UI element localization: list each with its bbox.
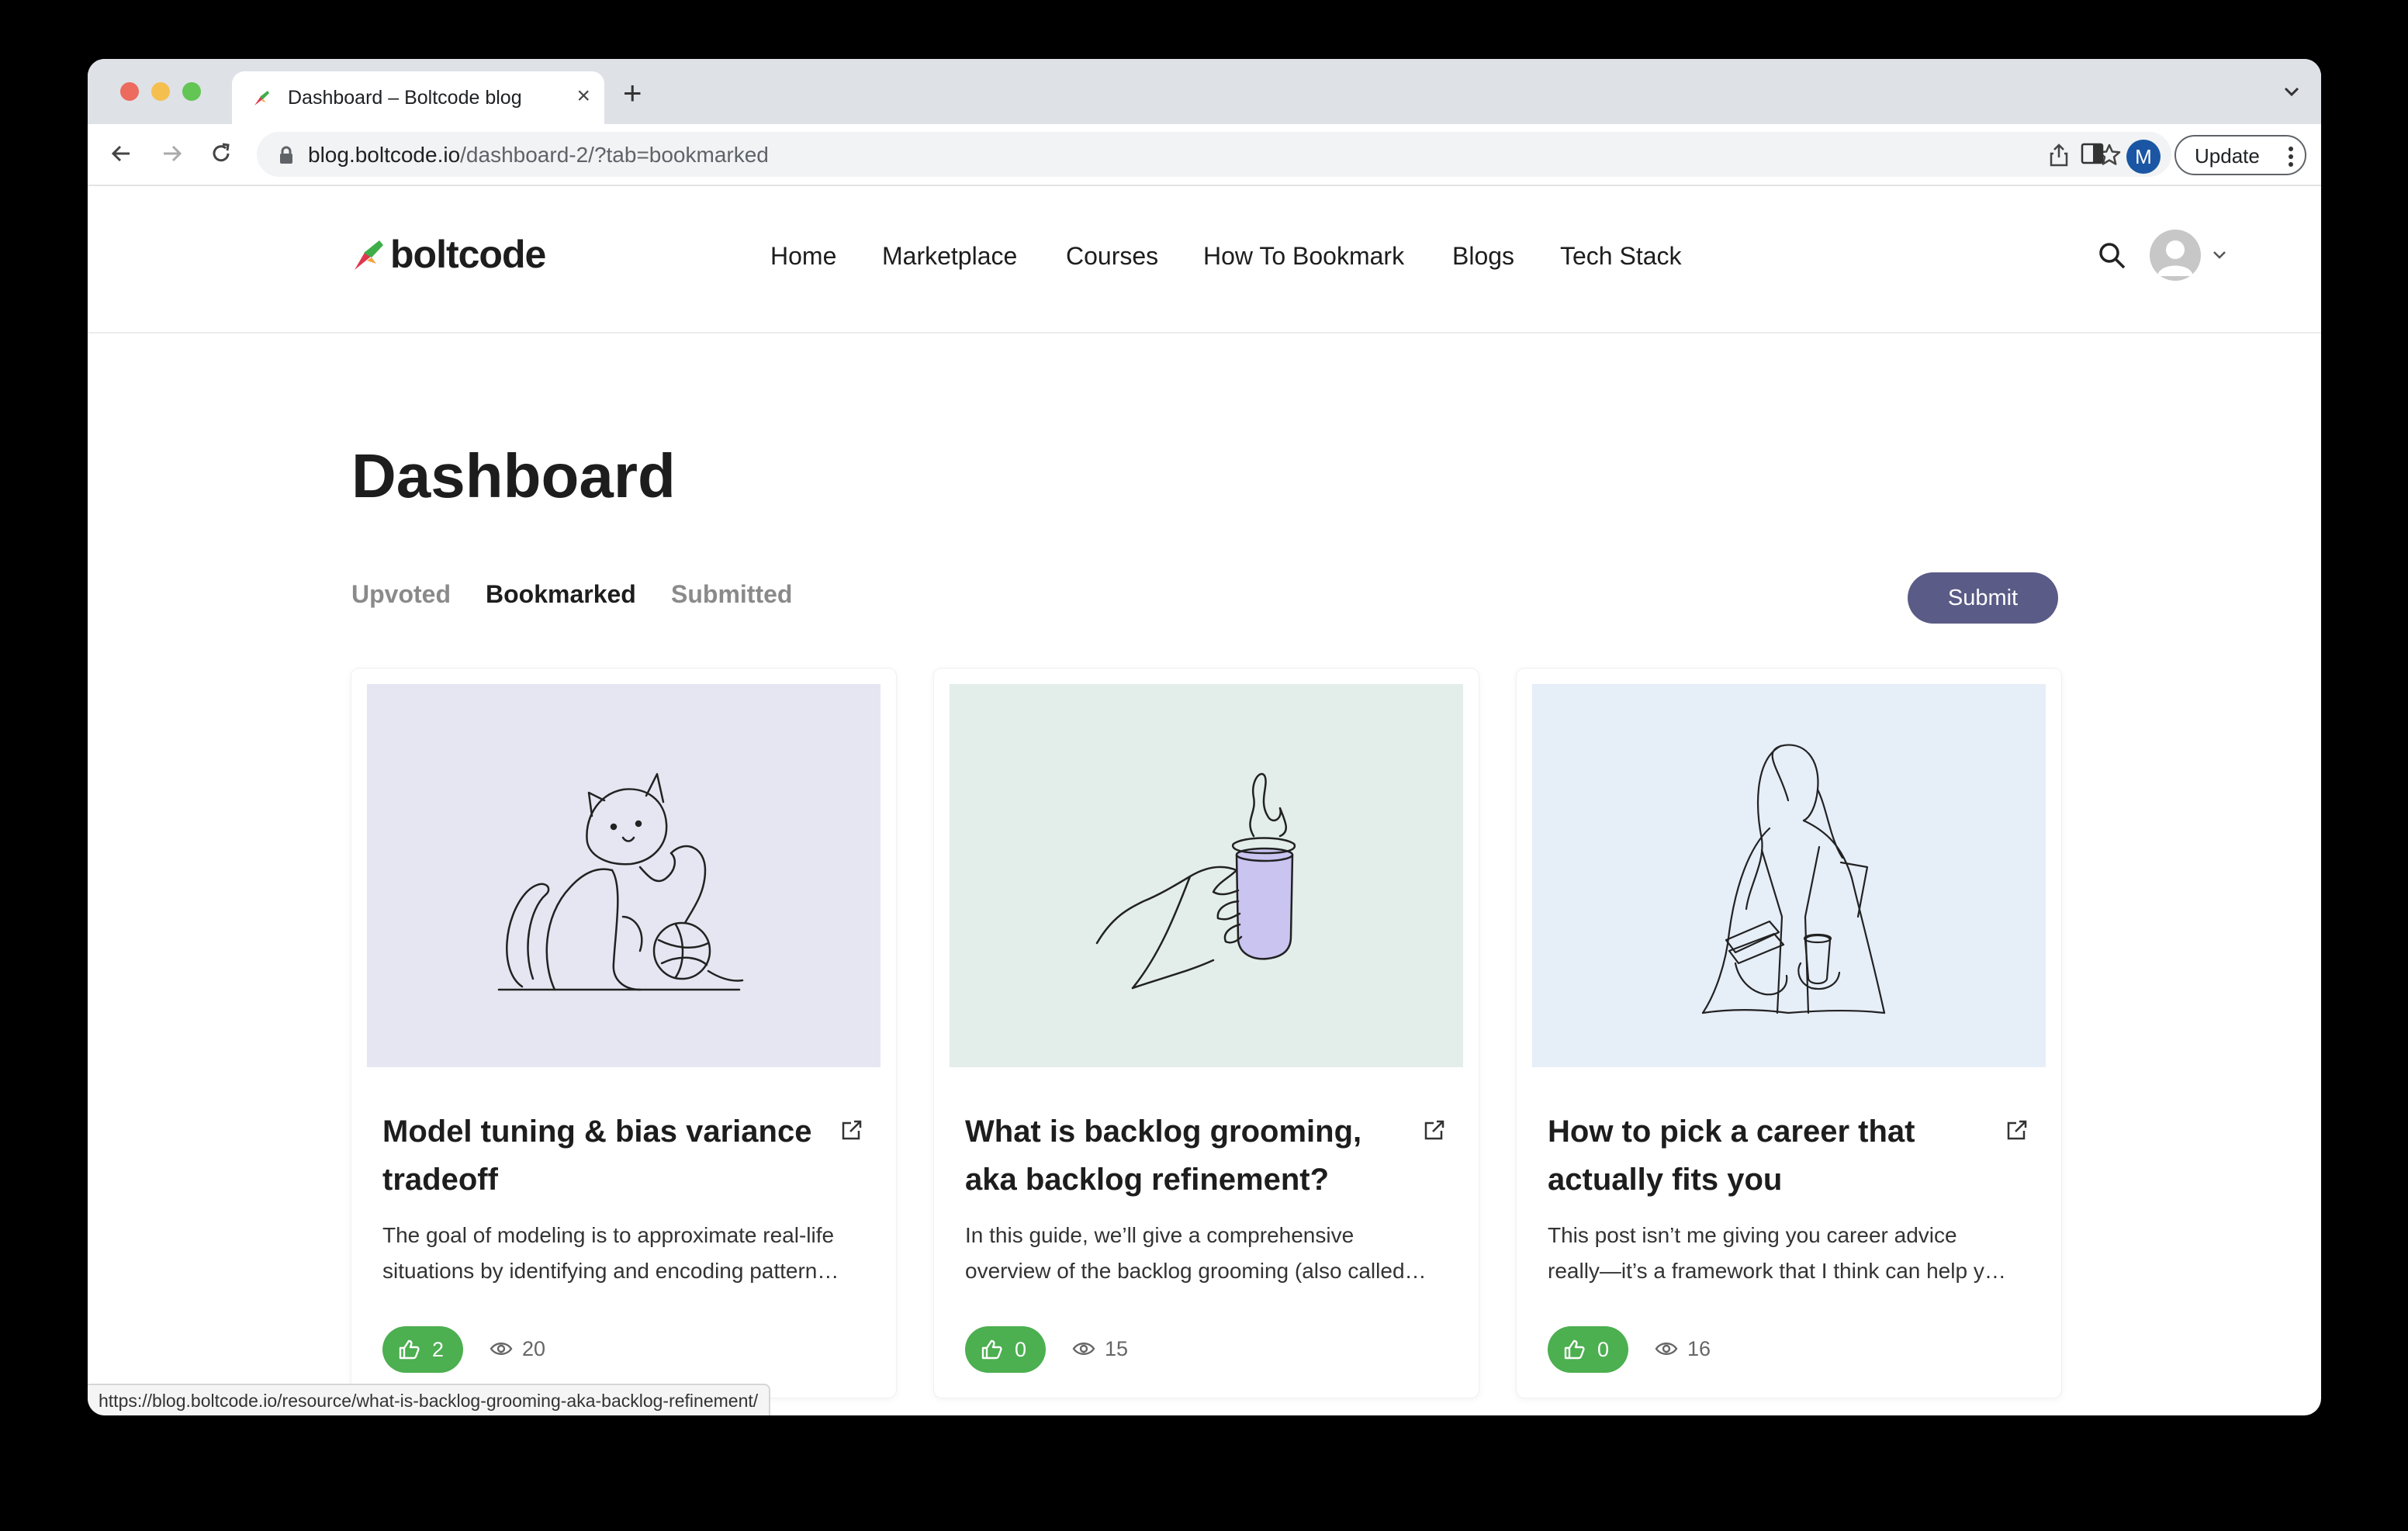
view-count: 16 bbox=[1687, 1337, 1711, 1360]
upvote-count: 0 bbox=[1597, 1338, 1610, 1361]
upvote-count: 2 bbox=[432, 1338, 445, 1361]
close-tab-icon[interactable]: × bbox=[576, 82, 590, 110]
card-title[interactable]: Model tuning & bias variance tradeoff bbox=[382, 1108, 817, 1204]
maximize-window-button[interactable] bbox=[182, 82, 201, 101]
tab-upvoted[interactable]: Upvoted bbox=[351, 579, 451, 610]
tab-bar: Dashboard – Boltcode blog × + bbox=[88, 59, 2321, 124]
chevron-down-icon[interactable] bbox=[2212, 250, 2227, 261]
side-panel-icon[interactable] bbox=[2080, 141, 2105, 166]
card-image[interactable] bbox=[367, 684, 881, 1067]
nav-home[interactable]: Home bbox=[770, 240, 836, 271]
card-title[interactable]: What is backlog grooming, aka backlog re… bbox=[965, 1108, 1399, 1204]
address-bar[interactable]: blog.boltcode.io/dashboard-2/?tab=bookma… bbox=[257, 132, 2171, 177]
upvote-button[interactable]: 2 bbox=[382, 1326, 463, 1373]
external-link-icon[interactable] bbox=[2005, 1118, 2029, 1142]
minimize-window-button[interactable] bbox=[151, 82, 170, 101]
upvote-button[interactable]: 0 bbox=[1548, 1326, 1628, 1373]
nav-tech-stack[interactable]: Tech Stack bbox=[1560, 240, 1682, 271]
user-placeholder-icon bbox=[2157, 240, 2193, 276]
resource-card[interactable]: What is backlog grooming, aka backlog re… bbox=[934, 669, 1479, 1398]
tab-bookmarked[interactable]: Bookmarked bbox=[486, 579, 636, 610]
submit-button[interactable]: Submit bbox=[1908, 572, 2058, 624]
forward-arrow-icon[interactable] bbox=[156, 138, 187, 169]
link-status-bar: https://blog.boltcode.io/resource/what-i… bbox=[88, 1384, 771, 1415]
back-arrow-icon[interactable] bbox=[106, 138, 137, 169]
nav-how-to-bookmark[interactable]: How To Bookmark bbox=[1203, 240, 1404, 271]
search-icon[interactable] bbox=[2097, 240, 2128, 271]
more-menu-icon[interactable] bbox=[2288, 146, 2294, 168]
nav-marketplace[interactable]: Marketplace bbox=[882, 240, 1017, 271]
card-description: In this guide, we’ll give a comprehensiv… bbox=[965, 1223, 1427, 1283]
card-image[interactable] bbox=[950, 684, 1463, 1067]
hand-holding-coffee-mug-illustration bbox=[1095, 772, 1296, 990]
thumbs-up-icon bbox=[981, 1339, 1002, 1360]
url-text: blog.boltcode.io/dashboard-2/?tab=bookma… bbox=[308, 143, 769, 167]
site-logo-text[interactable]: boltcode bbox=[390, 231, 546, 278]
user-avatar[interactable] bbox=[2150, 230, 2201, 281]
browser-window: Dashboard – Boltcode blog × + blog.boltc… bbox=[88, 59, 2321, 1415]
card-description: This post isn’t me giving you career adv… bbox=[1548, 1223, 2006, 1283]
browser-tab[interactable]: Dashboard – Boltcode blog × bbox=[232, 71, 604, 124]
boltcode-logo-icon[interactable] bbox=[351, 237, 386, 273]
eye-icon bbox=[1655, 1343, 1678, 1355]
lock-icon[interactable] bbox=[279, 146, 294, 164]
nav-blogs[interactable]: Blogs bbox=[1452, 240, 1514, 271]
external-link-icon[interactable] bbox=[840, 1118, 863, 1142]
browser-toolbar: blog.boltcode.io/dashboard-2/?tab=bookma… bbox=[88, 124, 2321, 186]
external-link-icon[interactable] bbox=[1423, 1118, 1446, 1142]
tab-title: Dashboard – Boltcode blog bbox=[288, 87, 522, 109]
cat-with-yarn-illustration bbox=[497, 772, 744, 991]
view-count: 20 bbox=[522, 1337, 546, 1360]
share-icon[interactable] bbox=[2047, 143, 2071, 168]
thumbs-up-icon bbox=[399, 1339, 420, 1360]
update-button[interactable]: Update bbox=[2174, 135, 2306, 175]
reload-icon[interactable] bbox=[206, 138, 237, 169]
eye-icon bbox=[1072, 1343, 1095, 1355]
upvote-count: 0 bbox=[1015, 1338, 1027, 1361]
boltcode-favicon-icon bbox=[254, 91, 269, 105]
woman-with-books-and-coffee-illustration bbox=[1701, 744, 1886, 1014]
card-description: The goal of modeling is to approximate r… bbox=[382, 1223, 839, 1283]
nav-courses[interactable]: Courses bbox=[1066, 240, 1158, 271]
resource-card[interactable]: How to pick a career that actually fits … bbox=[1517, 669, 2061, 1398]
tab-submitted[interactable]: Submitted bbox=[671, 579, 792, 610]
card-title[interactable]: How to pick a career that actually fits … bbox=[1548, 1108, 1982, 1204]
resource-card[interactable]: Model tuning & bias variance tradeoff Th… bbox=[351, 669, 896, 1398]
card-image[interactable] bbox=[1532, 684, 2046, 1067]
eye-icon bbox=[490, 1343, 513, 1355]
tab-search-chevron-icon[interactable] bbox=[2282, 85, 2301, 98]
profile-avatar[interactable]: M bbox=[2126, 140, 2161, 174]
close-window-button[interactable] bbox=[120, 82, 139, 101]
view-count: 15 bbox=[1105, 1337, 1129, 1360]
site-header: boltcode Home Marketplace Courses How To… bbox=[88, 185, 2321, 334]
page-title: Dashboard bbox=[351, 441, 676, 510]
upvote-button[interactable]: 0 bbox=[965, 1326, 1046, 1373]
new-tab-icon[interactable]: + bbox=[623, 77, 642, 109]
thumbs-up-icon bbox=[1564, 1339, 1585, 1360]
